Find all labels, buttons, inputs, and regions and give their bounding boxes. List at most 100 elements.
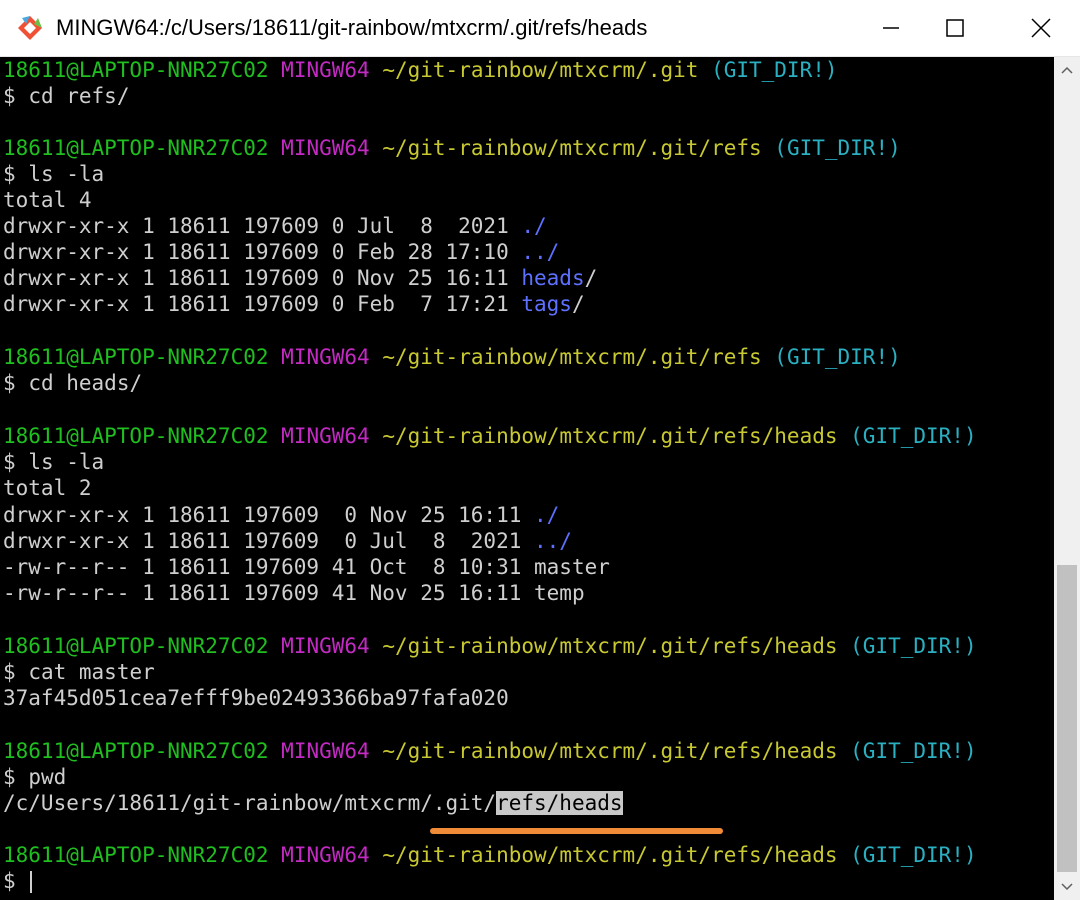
entry-meta: -rw-r--r-- 1 18611 197609 41 Nov 25 16:1… (3, 581, 535, 605)
prompt-path: ~/git-rainbow/mtxcrm/.git/refs/heads (382, 843, 838, 867)
prompt-user-host: 18611@LAPTOP-NNR27C02 (3, 58, 269, 82)
prompt-line: 18611@LAPTOP-NNR27C02 MINGW64 ~/git-rain… (3, 738, 977, 764)
entry-suffix: / (571, 292, 585, 316)
command-text: pwd (28, 765, 67, 789)
entry-name: temp (534, 581, 585, 605)
entry-name: tags (521, 292, 572, 316)
prompt-path: ~/git-rainbow/mtxcrm/.git/refs/heads (382, 739, 838, 763)
highlight-underline (430, 828, 723, 834)
arrow-down-icon (1061, 883, 1073, 891)
command-text: cat master (28, 660, 155, 684)
command-line: $ cd heads/ (3, 370, 142, 396)
close-button[interactable] (1014, 0, 1068, 56)
prompt-git-dir: (GIT_DIR!) (850, 843, 977, 867)
listing-entry: drwxr-xr-x 1 18611 197609 0 Nov 25 16:11… (3, 265, 597, 291)
prompt-git-dir: (GIT_DIR!) (774, 345, 901, 369)
cat-output: 37af45d051cea7efff9be02493366ba97fafa020 (3, 686, 509, 710)
prompt-symbol: $ (3, 371, 16, 395)
command-line: $ ls -la (3, 449, 104, 475)
prompt-symbol: $ (3, 450, 16, 474)
prompt-user-host: 18611@LAPTOP-NNR27C02 (3, 634, 269, 658)
listing-entry: drwxr-xr-x 1 18611 197609 0 Jul 8 2021 .… (3, 213, 547, 239)
entry-meta: drwxr-xr-x 1 18611 197609 0 Jul 8 2021 (3, 529, 535, 553)
vertical-scrollbar[interactable] (1054, 57, 1080, 900)
prompt-line: 18611@LAPTOP-NNR27C02 MINGW64 ~/git-rain… (3, 633, 977, 659)
prompt-path: ~/git-rainbow/mtxcrm/.git/refs (382, 345, 762, 369)
maximize-icon (946, 19, 964, 37)
prompt-symbol: $ (3, 869, 16, 893)
scroll-up-button[interactable] (1054, 57, 1080, 83)
listing-entry: -rw-r--r-- 1 18611 197609 41 Oct 8 10:31… (3, 554, 610, 580)
prompt-user-host: 18611@LAPTOP-NNR27C02 (3, 345, 269, 369)
prompt-msystem: MINGW64 (281, 739, 370, 763)
prompt-line: 18611@LAPTOP-NNR27C02 MINGW64 ~/git-rain… (3, 842, 977, 868)
entry-meta: drwxr-xr-x 1 18611 197609 0 Jul 8 2021 (3, 214, 522, 238)
entry-name: ../ (534, 529, 572, 553)
prompt-line: 18611@LAPTOP-NNR27C02 MINGW64 ~/git-rain… (3, 135, 901, 161)
prompt-git-dir: (GIT_DIR!) (850, 739, 977, 763)
entry-name: ./ (521, 214, 547, 238)
entry-suffix: / (584, 266, 598, 290)
prompt-msystem: MINGW64 (281, 58, 370, 82)
command-text: ls -la (28, 450, 105, 474)
input-line[interactable]: $ (3, 868, 33, 894)
listing-entry: drwxr-xr-x 1 18611 197609 0 Feb 28 17:10… (3, 239, 559, 265)
git-bash-icon (18, 16, 42, 40)
prompt-msystem: MINGW64 (281, 843, 370, 867)
pwd-prefix: /c/Users/18611/git-rainbow/mtxcrm/.git/ (3, 791, 497, 815)
listing-entry: -rw-r--r-- 1 18611 197609 41 Nov 25 16:1… (3, 580, 585, 606)
listing-total: total 2 (3, 476, 92, 500)
prompt-git-dir: (GIT_DIR!) (850, 424, 977, 448)
command-line: $ pwd (3, 764, 66, 790)
listing-entry: drwxr-xr-x 1 18611 197609 0 Jul 8 2021 .… (3, 528, 572, 554)
prompt-msystem: MINGW64 (281, 136, 370, 160)
entry-name: heads (521, 266, 585, 290)
prompt-user-host: 18611@LAPTOP-NNR27C02 (3, 424, 269, 448)
entry-meta: drwxr-xr-x 1 18611 197609 0 Nov 25 16:11 (3, 503, 535, 527)
terminal-output[interactable]: 18611@LAPTOP-NNR27C02 MINGW64 ~/git-rain… (0, 57, 1054, 900)
command-line: $ ls -la (3, 161, 104, 187)
entry-meta: drwxr-xr-x 1 18611 197609 0 Nov 25 16:11 (3, 266, 522, 290)
entry-name: ../ (521, 240, 560, 264)
minimize-button[interactable] (864, 0, 918, 56)
prompt-user-host: 18611@LAPTOP-NNR27C02 (3, 843, 269, 867)
entry-meta: drwxr-xr-x 1 18611 197609 0 Feb 28 17:10 (3, 240, 522, 264)
close-icon (1031, 18, 1051, 38)
prompt-msystem: MINGW64 (281, 424, 370, 448)
prompt-symbol: $ (3, 660, 16, 684)
command-text: cd heads/ (28, 371, 143, 395)
maximize-button[interactable] (928, 0, 982, 56)
command-text: cd refs/ (28, 84, 130, 108)
prompt-git-dir: (GIT_DIR!) (774, 136, 901, 160)
entry-name: ./ (534, 503, 560, 527)
minimize-icon (883, 27, 899, 29)
command-text: ls -la (28, 162, 105, 186)
prompt-line: 18611@LAPTOP-NNR27C02 MINGW64 ~/git-rain… (3, 57, 838, 83)
arrow-up-icon (1061, 66, 1073, 74)
prompt-path: ~/git-rainbow/mtxcrm/.git/refs (382, 136, 762, 160)
text-cursor (30, 871, 33, 893)
prompt-line: 18611@LAPTOP-NNR27C02 MINGW64 ~/git-rain… (3, 423, 977, 449)
title-bar[interactable]: MINGW64:/c/Users/18611/git-rainbow/mtxcr… (0, 0, 1080, 57)
listing-entry: drwxr-xr-x 1 18611 197609 0 Nov 25 16:11… (3, 502, 559, 528)
prompt-msystem: MINGW64 (281, 634, 370, 658)
pwd-selected-text[interactable]: refs/heads (496, 791, 623, 815)
prompt-msystem: MINGW64 (281, 345, 370, 369)
terminal-window: MINGW64:/c/Users/18611/git-rainbow/mtxcr… (0, 0, 1080, 900)
prompt-symbol: $ (3, 162, 16, 186)
entry-name: master (534, 555, 610, 579)
prompt-user-host: 18611@LAPTOP-NNR27C02 (3, 136, 269, 160)
command-line: $ cat master (3, 659, 155, 685)
scroll-down-button[interactable] (1054, 874, 1080, 900)
prompt-user-host: 18611@LAPTOP-NNR27C02 (3, 739, 269, 763)
prompt-symbol: $ (3, 84, 16, 108)
prompt-git-dir: (GIT_DIR!) (711, 58, 838, 82)
prompt-symbol: $ (3, 765, 16, 789)
command-line: $ cd refs/ (3, 83, 129, 109)
entry-meta: -rw-r--r-- 1 18611 197609 41 Oct 8 10:31 (3, 555, 535, 579)
prompt-path: ~/git-rainbow/mtxcrm/.git (382, 58, 699, 82)
listing-entry: drwxr-xr-x 1 18611 197609 0 Feb 7 17:21 … (3, 291, 585, 317)
prompt-git-dir: (GIT_DIR!) (850, 634, 977, 658)
scroll-thumb[interactable] (1057, 565, 1077, 872)
prompt-path: ~/git-rainbow/mtxcrm/.git/refs/heads (382, 424, 838, 448)
